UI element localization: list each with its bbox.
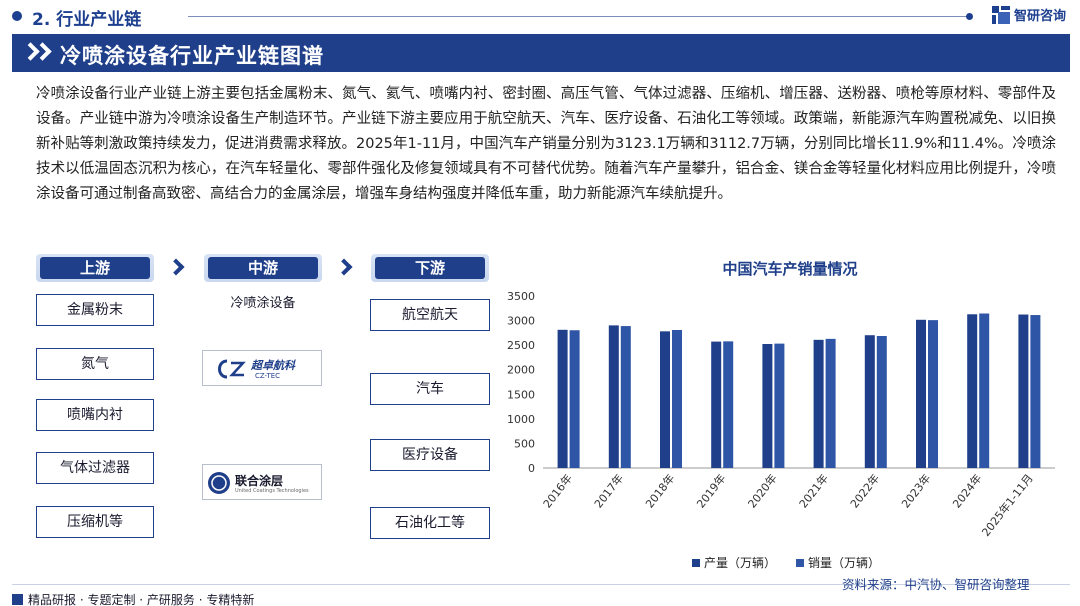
legend-item-production: 产量（万辆） <box>692 554 776 571</box>
footer-square-icon <box>12 594 23 605</box>
legend-label: 产量（万辆） <box>704 556 777 570</box>
y-tick-label: 3500 <box>507 290 535 303</box>
legend-item-sales: 销量（万辆） <box>796 554 880 571</box>
bar-sales <box>774 343 785 468</box>
x-tick-label: 2024年 <box>950 471 985 510</box>
bar-production <box>864 335 875 468</box>
legend-swatch <box>692 558 700 567</box>
y-tick-label: 0 <box>528 462 535 475</box>
bar-production <box>762 344 773 468</box>
source-note: 资料来源：中汽协、智研咨询整理 <box>842 577 1030 592</box>
bar-production <box>916 319 926 468</box>
footer-text: 精品研报 · 专题定制 · 产研服务 · 专精特新 <box>28 593 255 606</box>
y-tick-label: 2000 <box>507 364 535 377</box>
x-tick-label: 2018年 <box>642 471 677 510</box>
bar-sales <box>979 313 990 468</box>
x-tick-label: 2023年 <box>898 471 933 510</box>
x-tick-label: 2020年 <box>745 471 780 510</box>
y-tick-label: 2500 <box>507 339 535 352</box>
bar-sales <box>928 320 938 468</box>
x-tick-label: 2025年1-11月 <box>979 471 1036 539</box>
bar-production <box>813 339 824 468</box>
bar-production <box>967 314 978 468</box>
bar-sales <box>876 336 887 468</box>
bar-production <box>608 325 619 468</box>
chart-legend: 产量（万辆） 销量（万辆） <box>692 554 900 571</box>
bar-production <box>711 341 722 468</box>
x-tick-label: 2019年 <box>694 471 729 510</box>
bar-chart: 0 500 1000 1500 2000 2500 3000 3500 2016年 2017年 20… <box>507 290 1055 539</box>
bar-production <box>660 331 670 468</box>
footer-tagline: 精品研报 · 专题定制 · 产研服务 · 专精特新 <box>12 591 254 606</box>
legend-label: 销量（万辆） <box>808 556 881 570</box>
bar-sales <box>1030 315 1041 468</box>
x-tick-label: 2016年 <box>540 471 575 510</box>
bar-sales <box>723 341 734 468</box>
y-tick-label: 500 <box>514 437 535 450</box>
x-tick-label: 2017年 <box>591 471 626 510</box>
bar-sales <box>672 330 682 468</box>
bar-production <box>557 329 568 468</box>
y-tick-label: 1500 <box>507 388 535 401</box>
bar-sales <box>620 326 631 468</box>
legend-swatch <box>796 558 805 567</box>
x-tick-label: 2021年 <box>796 471 831 510</box>
bar-production <box>1018 314 1029 468</box>
bar-sales <box>569 330 580 468</box>
y-tick-label: 3000 <box>507 315 535 328</box>
bar-sales <box>825 338 836 468</box>
x-tick-label: 2022年 <box>847 471 882 510</box>
y-tick-label: 1000 <box>507 413 535 426</box>
